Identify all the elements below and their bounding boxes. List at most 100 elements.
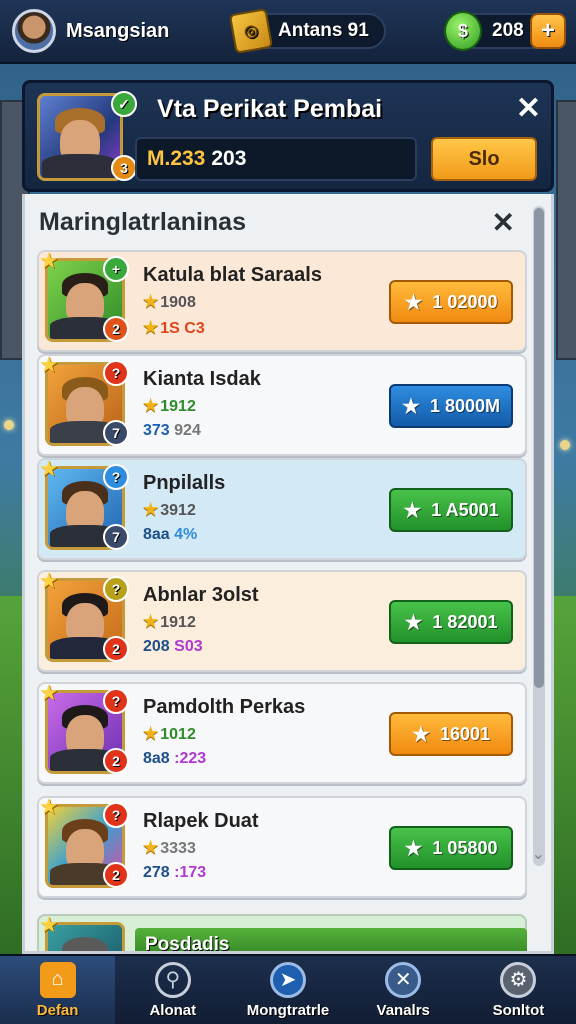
star-icon: ★ — [404, 291, 423, 314]
player-name: Katula blat Saraals — [143, 264, 322, 286]
item-badge: ? — [103, 464, 129, 490]
star-icon: ★ — [143, 396, 159, 415]
level-badge: 7 — [103, 420, 129, 446]
stat-line-1: ★ 1912 — [143, 396, 196, 415]
search-icon: ⚲ — [154, 961, 191, 998]
list-item[interactable]: ★ ? 2 Rlapek Duat ★ 3333 278 :173 ★ 1 0580… — [37, 794, 527, 898]
buy-button[interactable]: ★ 1 05800 — [389, 826, 513, 870]
level-badge: 2 — [103, 636, 129, 662]
level-badge: 7 — [103, 524, 129, 550]
stat-line-2: ★ 1S C3 — [143, 318, 205, 337]
buy-button[interactable]: ★ 1 02000 — [389, 280, 513, 324]
item-badge: ? — [103, 688, 129, 714]
stat-line-1: ★ 3912 — [143, 500, 196, 519]
nav-label: Mongtratrle — [246, 1001, 330, 1019]
nav-label: Defan — [36, 1001, 79, 1019]
player-name: Msangsian — [66, 19, 170, 42]
stat-line-2: 8a8 :223 — [143, 750, 207, 767]
level-badge: 2 — [103, 862, 129, 888]
stadium-light — [4, 420, 14, 430]
close-icon[interactable]: ✕ — [516, 91, 541, 126]
top-status-bar: Msangsian ◎ Antans 91 $ 208 + — [0, 0, 576, 64]
nav-item-search[interactable]: ⚲ Alonat — [115, 956, 230, 1024]
portrait-hair — [62, 937, 108, 951]
buy-button[interactable]: ★ 1 A5001 — [389, 488, 513, 532]
stat-line-1: ★ 1908 — [143, 292, 196, 311]
offer-header-panel: ✓ 3 Vta Perikat Pembai ✕ M.233 203 Slo — [22, 80, 554, 192]
cash-icon: $ — [444, 11, 482, 51]
nav-label: Sonltot — [492, 1001, 545, 1019]
nav-item-compass[interactable]: ➤ Mongtratrle — [230, 956, 345, 1024]
list-item[interactable]: ★ Posdadis — [37, 912, 527, 951]
offer-value-white: 203 — [211, 147, 247, 170]
star-icon: ★ — [143, 724, 159, 743]
add-cash-button[interactable]: + — [530, 13, 566, 49]
home-icon: ⌂ — [39, 961, 76, 998]
player-name: Abnlar 3olst — [143, 584, 259, 606]
stadium-pillar — [556, 100, 576, 360]
check-badge-icon: ✓ — [111, 91, 137, 117]
item-badge: ? — [103, 360, 129, 386]
list-item[interactable]: ★ + 2 Katula blat Saraals ★ 1908 ★ 1S C3 ★… — [37, 248, 527, 352]
list-item[interactable]: ★ ? 2 Abnlar 3olst ★ 1912 208 S03 ★ 1 8200… — [37, 568, 527, 672]
nav-item-home[interactable]: ⌂ Defan — [0, 956, 116, 1024]
stat-line-2: 373 924 — [143, 422, 201, 439]
player-name: Pnpilalls — [143, 472, 226, 494]
player-name: Rlapek Duat — [143, 810, 259, 832]
offer-value-gold: M.233 — [147, 147, 206, 170]
list-close-icon[interactable]: ✕ — [492, 206, 515, 239]
offer-value-field[interactable]: M.233 203 — [135, 137, 417, 181]
star-icon: ★ — [39, 912, 59, 937]
stat-line-1: ★ 3333 — [143, 838, 196, 857]
star-icon: ★ — [404, 611, 423, 634]
star-icon: ★ — [39, 680, 59, 705]
tickets-counter[interactable]: ◎ Antans 91 — [228, 8, 386, 54]
portrait-shoulders — [42, 154, 118, 178]
item-badge: ? — [103, 802, 129, 828]
star-icon: ★ — [143, 612, 159, 631]
list-item[interactable]: ★ ? 7 Kianta Isdak ★ 1912 373 924 ★ 1 8000… — [37, 352, 527, 456]
gear-icon: ⚙ — [500, 961, 537, 998]
star-icon: ★ — [143, 838, 159, 857]
nav-label: Alonat — [149, 1001, 197, 1019]
player-avatar[interactable] — [12, 9, 56, 53]
level-badge: 3 — [111, 155, 137, 181]
offer-action-button[interactable]: Slo — [431, 137, 537, 181]
scrollbar-thumb[interactable] — [534, 208, 544, 688]
player-name: Pamdolth Perkas — [143, 696, 306, 718]
stat-line-2: 8aa 4% — [143, 526, 198, 543]
star-icon: ★ — [402, 395, 420, 418]
star-icon: ★ — [412, 723, 430, 746]
stat-line-1: ★ 1012 — [143, 724, 196, 743]
player-list-panel: Maringlatrlaninas ✕ ⌄ ★ + 2 Katula blat … — [22, 194, 554, 954]
star-icon: ★ — [403, 499, 422, 522]
stat-line-2: 278 :173 — [143, 864, 207, 881]
list-item[interactable]: ★ ? 7 Pnpilalls ★ 3912 8aa 4% ★ 1 A5001 — [37, 456, 527, 560]
buy-button[interactable]: ★ 1 82001 — [389, 600, 513, 644]
nav-label: Vanalrs — [376, 1001, 430, 1019]
star-icon: ★ — [39, 568, 59, 593]
star-icon: ★ — [39, 248, 59, 273]
star-icon: ★ — [39, 352, 59, 377]
star-icon: ★ — [39, 456, 59, 481]
cash-value: 208 — [492, 20, 524, 41]
star-icon: ★ — [143, 318, 159, 337]
stat-line-1: ★ 1912 — [143, 612, 196, 631]
cash-counter[interactable]: $ 208 + — [444, 11, 566, 51]
compass-icon: ➤ — [270, 961, 306, 998]
nav-item-shield[interactable]: ✕ Vanalrs — [346, 956, 461, 1024]
star-icon: ★ — [143, 292, 159, 311]
star-icon: ★ — [39, 794, 59, 819]
list-title: Maringlatrlaninas — [39, 208, 246, 236]
chevron-down-icon[interactable]: ⌄ — [532, 844, 545, 864]
buy-button[interactable]: ★ 1 8000M — [389, 384, 513, 428]
nav-item-settings[interactable]: ⚙ Sonltot — [461, 956, 576, 1024]
level-badge: 2 — [103, 316, 129, 342]
bottom-navigation: ⌂ Defan ⚲ Alonat ➤ Mongtratrle ✕ Vanalrs… — [0, 954, 576, 1024]
player-name: Posdadis — [135, 928, 527, 951]
level-badge: 2 — [103, 748, 129, 774]
buy-button[interactable]: ★ 16001 — [389, 712, 513, 756]
item-badge: + — [103, 256, 129, 282]
list-item[interactable]: ★ ? 2 Pamdolth Perkas ★ 1012 8a8 :223 ★ 16… — [37, 680, 527, 784]
item-badge: ? — [103, 576, 129, 602]
